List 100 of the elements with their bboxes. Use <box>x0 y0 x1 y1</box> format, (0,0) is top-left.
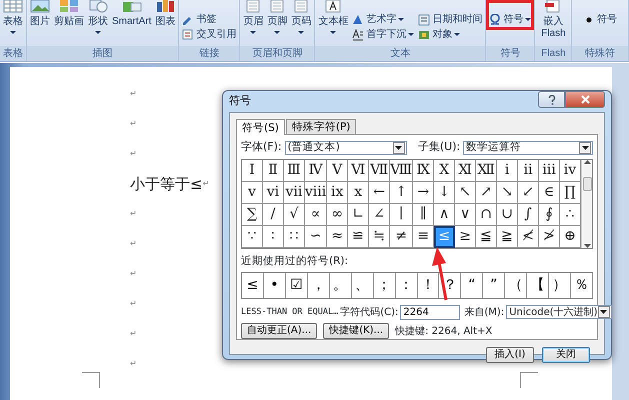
dialog-tab[interactable]: 符号(S) <box>236 119 285 135</box>
symbol-cell[interactable]: ⅷ <box>304 182 328 204</box>
symbol-cell[interactable]: ∥ <box>413 204 434 226</box>
scrollbar-thumb[interactable] <box>582 177 592 191</box>
symbol-cell[interactable]: ≥ <box>455 226 476 248</box>
symbol-cell[interactable]: ∞ <box>327 204 348 226</box>
bullet-button[interactable]: 符号 <box>582 13 618 26</box>
ribbon-group-label: 页眉和页脚 <box>240 46 314 61</box>
symbol-cell[interactable]: ⅱ <box>518 160 540 182</box>
page-button[interactable]: 页码 <box>290 0 312 46</box>
symbol-cell[interactable]: → <box>413 182 434 204</box>
symbol-cell[interactable]: Ⅰ <box>242 160 263 182</box>
symbol-cell[interactable]: ↗ <box>476 182 498 204</box>
help-button[interactable] <box>538 91 565 108</box>
font-select[interactable]: (普通文本) <box>284 140 407 154</box>
symbol-cell[interactable]: ⅰ <box>497 160 518 182</box>
close-button[interactable] <box>565 91 605 108</box>
symbol-cell[interactable]: ≮ <box>518 226 540 248</box>
symbol-cell[interactable]: ∶ <box>262 226 284 248</box>
symbol-cell[interactable]: ∟ <box>348 204 370 226</box>
symbol-cell[interactable]: ≠ <box>390 226 414 248</box>
symbol-cell[interactable]: Ⅳ <box>304 160 328 182</box>
symbol-cell[interactable]: ∫ <box>518 204 540 226</box>
date-time-button[interactable]: 日期和时间 <box>417 13 484 26</box>
symbol-cell[interactable]: Ⅸ <box>413 160 434 182</box>
character-code-field[interactable]: 2264 <box>400 304 460 320</box>
ribbon-group-label: 符号 <box>486 46 534 61</box>
symbol-cell[interactable]: ∕ <box>262 204 284 226</box>
bookmark-button[interactable]: 书签 <box>181 13 238 26</box>
symbol-cell[interactable]: ∈ <box>539 182 560 204</box>
symbol-cell[interactable]: ≈ <box>327 226 348 248</box>
page-button[interactable]: 页脚 <box>266 0 288 46</box>
symbol-cell[interactable]: ∴ <box>560 204 581 226</box>
page-button[interactable]: 页眉 <box>242 0 264 46</box>
symbol-cell[interactable]: ∨ <box>455 204 476 226</box>
insert-button[interactable]: 插入(I) <box>486 347 534 363</box>
symbol-cell[interactable]: ↖ <box>455 182 476 204</box>
symbol-cell[interactable]: ∷ <box>284 226 305 248</box>
symbol-cell[interactable]: Ⅵ <box>348 160 370 182</box>
symbol-cell[interactable]: ≯ <box>539 226 560 248</box>
symbol-cell[interactable]: ∝ <box>304 204 328 226</box>
picture-button[interactable]: 图片 <box>29 0 51 46</box>
shapes-button[interactable]: 形状 <box>87 0 109 46</box>
symbol-cell[interactable]: ↓ <box>434 182 456 204</box>
symbol-cell[interactable]: Ⅱ <box>262 160 284 182</box>
cross-reference-button[interactable]: 交叉引用 <box>181 28 238 41</box>
bar-chart-button[interactable]: 图表 <box>154 0 176 46</box>
symbol-cell[interactable]: ∣ <box>390 204 414 226</box>
symbol-cell[interactable]: Ⅹ <box>434 160 456 182</box>
object-button[interactable]: 对象 <box>417 28 484 41</box>
symbol-cell[interactable]: ∽ <box>304 226 328 248</box>
symbol-cell[interactable]: Ⅲ <box>284 160 305 182</box>
symbol-cell[interactable]: ≧ <box>497 226 518 248</box>
symbol-cell[interactable]: ↑ <box>390 182 414 204</box>
symbol-cell[interactable]: ∧ <box>434 204 456 226</box>
symbol-cell[interactable]: Ⅶ <box>369 160 390 182</box>
table-button[interactable]: 表格 <box>2 0 24 46</box>
wordart-button[interactable]: 艺术字 <box>351 13 416 26</box>
flash-button[interactable]: 嵌入 Flash <box>537 0 570 46</box>
omega-button[interactable]: 符号 <box>488 13 532 26</box>
symbol-cell[interactable]: Ⅴ <box>327 160 348 182</box>
symbol-cell[interactable]: ⅵ <box>262 182 284 204</box>
dialog-tab[interactable]: 特殊字符(P) <box>286 119 356 134</box>
text-box-button[interactable]: 文本框 <box>317 0 350 46</box>
drop-cap-button[interactable]: 首字下沉 <box>351 28 416 41</box>
symbol-cell[interactable]: Ⅻ <box>476 160 498 182</box>
diagram-button[interactable]: SmartArt <box>111 0 152 46</box>
scrollbar[interactable] <box>581 160 592 248</box>
symbol-cell[interactable]: ∵ <box>242 226 263 248</box>
subset-select[interactable]: 数学运算符 <box>463 140 593 154</box>
symbol-cell[interactable]: ⅸ <box>327 182 348 204</box>
symbol-cell[interactable]: ∠ <box>369 204 390 226</box>
symbol-cell[interactable]: Ⅷ <box>390 160 414 182</box>
symbol-cell[interactable]: ⅲ <box>539 160 560 182</box>
symbol-cell[interactable]: ∑ <box>242 204 263 226</box>
symbol-cell[interactable]: ⅹ <box>348 182 370 204</box>
symbol-cell[interactable]: ← <box>369 182 390 204</box>
clipart-button[interactable]: 剪贴画 <box>53 0 85 46</box>
symbol-cell[interactable]: ∩ <box>476 204 498 226</box>
symbol-cell[interactable]: ⅴ <box>242 182 263 204</box>
symbol-cell[interactable]: ↙ <box>518 182 540 204</box>
symbol-cell[interactable]: ⅳ <box>560 160 581 182</box>
symbol-cell[interactable]: ≒ <box>369 226 390 248</box>
symbol-cell[interactable]: Ⅺ <box>455 160 476 182</box>
symbol-cell[interactable]: ⅶ <box>284 182 305 204</box>
symbol-cell[interactable]: √ <box>284 204 305 226</box>
symbol-cell[interactable]: ∮ <box>539 204 560 226</box>
close-dialog-button[interactable]: 关闭 <box>542 347 590 363</box>
shortcut-key-button[interactable]: 快捷键(K)... <box>323 323 390 340</box>
symbol-cell[interactable]: ≦ <box>476 226 498 248</box>
autocorrect-button[interactable]: 自动更正(A)... <box>241 323 318 340</box>
help-icon <box>548 94 556 104</box>
paragraph-mark: ↵ <box>202 178 210 190</box>
symbol-cell[interactable]: ↘ <box>497 182 518 204</box>
encoding-select[interactable]: Unicode(十六进制) <box>506 305 612 320</box>
symbol-cell[interactable]: ⊕ <box>560 226 581 248</box>
symbol-cell[interactable]: ∏ <box>560 182 581 204</box>
symbol-cell[interactable]: ≡ <box>413 226 434 248</box>
symbol-cell[interactable]: ∪ <box>497 204 518 226</box>
symbol-cell[interactable]: ≌ <box>348 226 370 248</box>
